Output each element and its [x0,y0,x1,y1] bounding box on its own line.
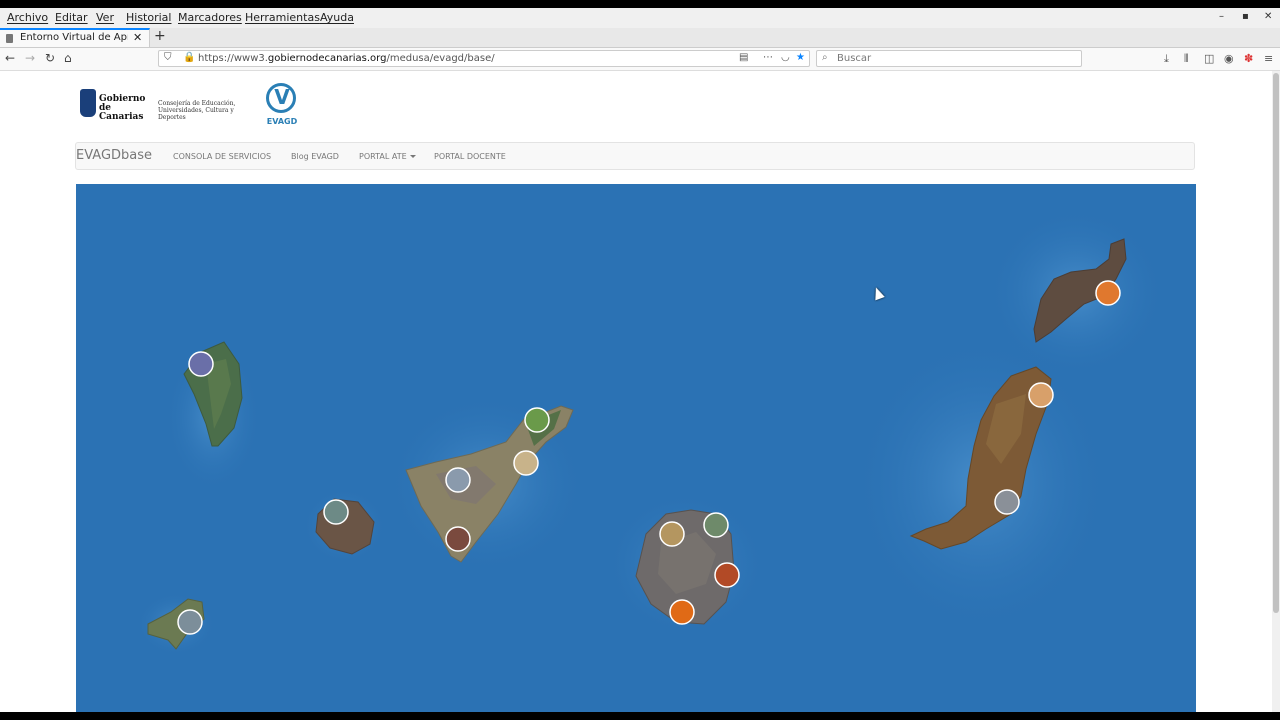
shield-icon[interactable]: ⛉ [164,52,172,63]
brand-link[interactable]: EVAGDbase [76,148,152,163]
reader-view-icon[interactable]: ▤ [739,52,748,63]
scrollbar-thumb[interactable] [1273,73,1279,613]
nav-consola-servicios[interactable]: CONSOLA DE SERVICIOS [173,152,271,161]
marker-gran-canaria-east [714,562,740,588]
library-icon[interactable]: ⫴ [1184,52,1189,66]
extension-icon[interactable]: ✽ [1244,52,1253,65]
menu-ver[interactable]: Ver [96,11,114,24]
page-actions-icon[interactable]: ⋯ [763,52,773,63]
nav-portal-docente[interactable]: PORTAL DOCENTE [434,152,506,161]
lock-icon: 🔒 [183,52,196,63]
menu-ayuda[interactable]: Ayuda [320,11,354,24]
nav-blog-evagd[interactable]: Blog EVAGD [291,152,339,161]
search-placeholder: Buscar [837,53,872,64]
marker-el-hierro [177,609,203,635]
consejeria-text: Consejería de Educación, Universidades, … [158,100,258,121]
reload-icon[interactable]: ↻ [45,51,55,65]
marker-la-palma [188,351,214,377]
marker-gran-canaria-south [669,599,695,625]
island-la-gomera[interactable] [302,488,386,564]
nav-portal-ate[interactable]: PORTAL ATE [359,152,416,161]
page-scrollbar[interactable] [1272,71,1280,712]
downloads-icon[interactable]: ⤓ [1164,52,1169,66]
caret-down-icon [409,155,416,158]
map-svg [136,207,1166,656]
menu-marcadores[interactable]: Marcadores [178,11,242,24]
menu-bar: Archivo Editar Ver Historial Marcadores … [0,8,1280,28]
menu-editar[interactable]: Editar [55,11,88,24]
hamburger-menu-icon[interactable]: ≡ [1264,52,1273,65]
site-navbar: EVAGDbase CONSOLA DE SERVICIOS Blog EVAG… [75,142,1195,170]
evagd-logo-label: EVAGD [266,117,298,126]
menu-herramientas[interactable]: Herramientas [245,11,320,24]
consejeria-line2: Universidades, Cultura y Deportes [158,107,234,121]
marker-gran-canaria-northeast [703,512,729,538]
marker-fuerteventura-north [1028,382,1054,408]
screen-top-edge [0,0,1280,8]
screen-bottom-edge [0,712,1280,720]
menu-archivo[interactable]: Archivo [7,11,48,24]
island-tenerife[interactable] [386,394,586,574]
search-input[interactable]: ⌕ Buscar [816,50,1082,67]
close-window-icon[interactable]: ✕ [1264,11,1272,22]
url-prefix: https://www3. [198,53,268,64]
tab-active[interactable]: Entorno Virtual de Apre ✕ [0,28,150,47]
nav-portal-ate-label: PORTAL ATE [359,152,407,161]
tab-close-icon[interactable]: ✕ [133,31,142,44]
island-lanzarote[interactable] [986,207,1166,377]
sidebar-icon[interactable]: ◫ [1204,52,1214,65]
marker-la-gomera [323,499,349,525]
marker-fuerteventura-south [994,489,1020,515]
account-icon[interactable]: ◉ [1224,52,1234,65]
nav-toolbar: ← → ↻ ⌂ ⛉ 🔒 https://www3.gobiernodecanar… [0,48,1280,71]
maximize-icon[interactable]: ▪ [1242,11,1249,22]
tab-title: Entorno Virtual de Apre [20,32,128,43]
menu-historial[interactable]: Historial [126,11,171,24]
home-icon[interactable]: ⌂ [64,51,72,65]
gobierno-canarias-logo[interactable]: Gobierno de Canarias [80,89,150,122]
gobierno-logo-text: Gobierno de Canarias [99,95,150,122]
crest-icon [80,89,96,117]
evagd-v-icon: V [274,85,290,109]
url-domain: gobiernodecanarias.org [267,53,387,64]
pocket-icon[interactable]: ◡ [781,52,790,63]
marker-tenerife-south [445,526,471,552]
page-favicon-icon [6,34,13,43]
gobierno-line2: de Canarias [99,103,144,122]
page-content: Gobierno de Canarias Consejería de Educa… [0,71,1272,712]
url-path: /medusa/evagd/base/ [386,53,495,64]
back-icon[interactable]: ← [5,51,15,65]
marker-tenerife-teide [445,467,471,493]
url-text: https://www3.gobiernodecanarias.org/medu… [198,53,495,64]
marker-tenerife-north [524,407,550,433]
island-el-hierro[interactable] [136,592,216,656]
marker-gran-canaria-north [659,521,685,547]
url-bar[interactable]: ⛉ 🔒 https://www3.gobiernodecanarias.org/… [158,50,810,67]
search-icon: ⌕ [822,52,828,63]
minimize-icon[interactable]: – [1219,11,1224,22]
marker-lanzarote [1095,280,1121,306]
canary-islands-map [76,184,1196,712]
evagd-logo[interactable]: V EVAGD [264,83,300,127]
consejeria-line1: Consejería de Educación, [158,100,236,107]
island-fuerteventura[interactable] [851,334,1111,634]
bookmark-star-icon[interactable]: ★ [796,52,805,63]
forward-icon[interactable]: → [25,51,35,65]
marker-tenerife-east [513,450,539,476]
tab-bar: Entorno Virtual de Apre ✕ + [0,28,1280,48]
new-tab-icon[interactable]: + [154,28,166,44]
